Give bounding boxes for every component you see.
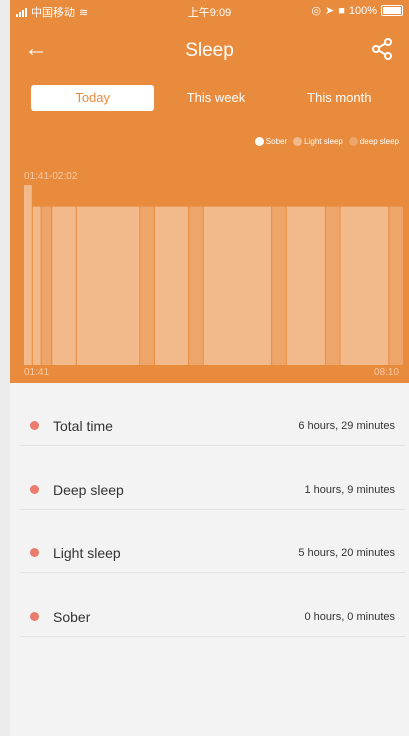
sleep-bar[interactable] [340,206,389,365]
summary-row-total-time: Total time 6 hours, 29 minutes [20,383,405,446]
tab-this-month[interactable]: This month [278,85,401,111]
summary-value: 0 hours, 0 minutes [304,611,396,623]
chart-legend: Sober Light sleep deep sleep [254,137,399,146]
legend-item-deep-sleep: deep sleep [348,137,399,146]
legend-dot-deep-sleep [348,137,358,146]
sleep-bar[interactable] [140,206,154,365]
page-title: Sleep [185,40,234,61]
sleep-chart [24,185,403,365]
sleep-bar[interactable] [52,206,76,365]
legend-dot-sober [254,137,264,146]
alarm-icon: ◎ [311,5,321,17]
bullet-icon [30,548,39,557]
lock-icon: ■ [338,4,345,17]
battery-percent: 100% [348,4,377,17]
summary-label: Deep sleep [53,482,124,498]
sleep-bar[interactable] [154,206,189,365]
summary-label: Total time [53,418,113,434]
tab-today[interactable]: Today [31,85,155,111]
bullet-icon [30,421,39,430]
chart-x-start: 01:41 [24,367,50,378]
sleep-bar[interactable] [32,206,41,365]
summary-value: 5 hours, 20 minutes [298,547,395,559]
sleep-bar[interactable] [389,206,403,365]
summary-row-light-sleep: Light sleep 5 hours, 20 minutes [20,510,405,573]
sleep-bar[interactable] [189,206,203,365]
battery-icon [381,5,403,16]
sleep-bar[interactable] [41,206,52,365]
status-right: ◎ ➤ ■ 100% [311,4,403,17]
summary-row-deep-sleep: Deep sleep 1 hours, 9 minutes [20,447,405,510]
sleep-bar[interactable] [76,206,140,365]
summary-value: 6 hours, 29 minutes [298,420,395,432]
sleep-bar[interactable] [286,206,325,365]
sleep-bar[interactable] [24,185,32,365]
summary-row-sober: Sober 0 hours, 0 minutes [20,574,405,637]
sleep-bar[interactable] [325,206,340,365]
status-bar: 中国移动 ≋ 上午9:09 ◎ ➤ ■ 100% [10,0,409,22]
summary-value: 1 hours, 9 minutes [304,484,396,496]
legend-label-deep-sleep: deep sleep [359,137,399,146]
selected-range: 01:41-02:02 [24,171,78,182]
summary-list: Total time 6 hours, 29 minutes Deep slee… [10,383,409,736]
summary-label: Light sleep [53,545,121,561]
chart-x-end: 08:10 [373,367,399,378]
legend-label-light-sleep: Light sleep [304,137,343,146]
bullet-icon [30,485,39,494]
bullet-icon [30,612,39,621]
share-icon[interactable] [369,36,395,62]
sleep-bar[interactable] [272,206,286,365]
tab-this-week[interactable]: This week [154,85,277,111]
summary-label: Sober [53,609,91,625]
navbar: ← Sleep [10,28,409,72]
legend-dot-light-sleep [293,137,303,146]
legend-label-sober: Sober [265,137,288,146]
location-icon: ➤ [324,5,335,17]
legend-item-light-sleep: Light sleep [293,137,343,146]
legend-item-sober: Sober [254,137,288,146]
sleep-bar[interactable] [203,206,272,365]
sleep-header: 中国移动 ≋ 上午9:09 ◎ ➤ ■ 100% ← Sleep Today T… [10,0,409,383]
period-tabs: Today This week This month [31,85,401,111]
sleep-screen: 中国移动 ≋ 上午9:09 ◎ ➤ ■ 100% ← Sleep Today T… [0,0,409,736]
